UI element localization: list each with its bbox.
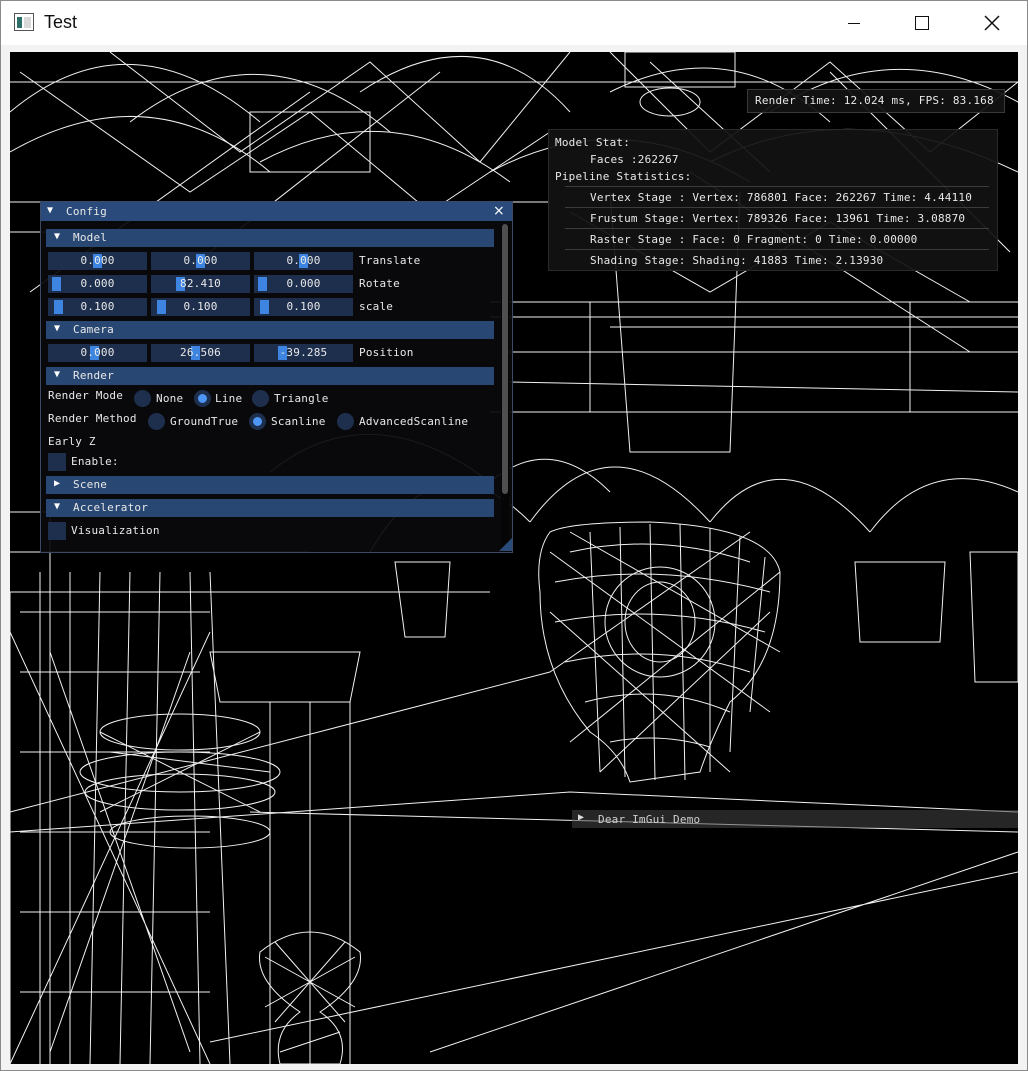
position-z-value: -39.285 (279, 346, 328, 359)
render-method-label: Render Method (48, 412, 137, 425)
scene-header[interactable]: ▶ Scene (46, 476, 494, 494)
accelerator-header-label: Accelerator (73, 501, 149, 514)
config-title: Config (66, 205, 107, 218)
radio-advancedscanline-label[interactable]: AdvancedScanline (359, 415, 468, 428)
render-viewport[interactable]: Render Time: 12.024 ms, FPS: 83.168 Mode… (10, 52, 1018, 1064)
radio-groundtrue-label[interactable]: GroundTrue (170, 415, 238, 428)
position-y-value: 26.506 (180, 346, 221, 359)
frustum-stage-stat: Frustum Stage: Vertex: 789326 Face: 1396… (590, 212, 966, 225)
expand-arrow-icon: ▼ (54, 501, 61, 512)
radio-none[interactable] (134, 390, 151, 407)
radio-scanline-label[interactable]: Scanline (271, 415, 326, 428)
model-header[interactable]: ▼ Model (46, 229, 494, 247)
rotate-z-value: 0.000 (286, 277, 321, 290)
config-scrollbar[interactable] (501, 224, 509, 550)
imgui-demo-window-collapsed[interactable]: ▶ Dear ImGui Demo (572, 810, 1018, 828)
position-y-drag[interactable]: 26.506 (151, 344, 250, 362)
translate-y-value: 0.000 (183, 254, 218, 267)
scale-y-value: 0.100 (183, 300, 218, 313)
demo-window-title: Dear ImGui Demo (598, 813, 701, 826)
app-window-icon (14, 13, 34, 31)
radio-triangle[interactable] (252, 390, 269, 407)
radio-line-label[interactable]: Line (215, 392, 242, 405)
close-button[interactable] (957, 1, 1027, 45)
translate-y-drag[interactable]: 0.000 (151, 252, 250, 270)
rotate-y-drag[interactable]: 82.410 (151, 275, 250, 293)
rotate-z-drag[interactable]: 0.000 (254, 275, 353, 293)
collapsed-arrow-icon: ▶ (54, 478, 61, 489)
translate-x-value: 0.000 (80, 254, 115, 267)
scale-label: scale (359, 300, 394, 313)
translate-label: Translate (359, 254, 421, 267)
collapse-arrow-icon[interactable]: ▼ (47, 205, 53, 216)
position-x-drag[interactable]: 0.000 (48, 344, 147, 362)
position-z-drag[interactable]: -39.285 (254, 344, 353, 362)
scene-header-label: Scene (73, 478, 108, 491)
enable-checkbox[interactable] (48, 453, 66, 471)
accelerator-header[interactable]: ▼ Accelerator (46, 499, 494, 517)
vertex-stage-stat: Vertex Stage : Vertex: 786801 Face: 2622… (590, 191, 973, 204)
scale-y-drag[interactable]: 0.100 (151, 298, 250, 316)
radio-scanline[interactable] (249, 413, 266, 430)
rotate-label: Rotate (359, 277, 400, 290)
divider (565, 249, 989, 250)
stats-overlay: Model Stat: Faces :262267 Pipeline Stati… (548, 129, 998, 271)
pipeline-label: Pipeline Statistics: (555, 170, 692, 183)
model-header-label: Model (73, 231, 108, 244)
collapsed-arrow-icon[interactable]: ▶ (578, 812, 584, 823)
model-stat-label: Model Stat: (555, 136, 631, 149)
translate-z-drag[interactable]: 0.000 (254, 252, 353, 270)
position-label: Position (359, 346, 414, 359)
expand-arrow-icon: ▼ (54, 231, 61, 242)
render-mode-label: Render Mode (48, 389, 124, 402)
scale-z-drag[interactable]: 0.100 (254, 298, 353, 316)
render-time-overlay: Render Time: 12.024 ms, FPS: 83.168 (747, 89, 1005, 113)
scale-z-value: 0.100 (286, 300, 321, 313)
rotate-y-value: 82.410 (180, 277, 221, 290)
position-x-value: 0.000 (80, 346, 115, 359)
scale-x-drag[interactable]: 0.100 (48, 298, 147, 316)
rotate-x-drag[interactable]: 0.000 (48, 275, 147, 293)
resize-grip[interactable] (499, 538, 512, 551)
render-header-label: Render (73, 369, 114, 382)
translate-z-value: 0.000 (286, 254, 321, 267)
close-icon (984, 15, 1000, 31)
early-z-label: Early Z (48, 435, 96, 448)
radio-triangle-label[interactable]: Triangle (274, 392, 329, 405)
config-title-bar[interactable]: ▼ Config × (41, 202, 512, 221)
camera-header-label: Camera (73, 323, 114, 336)
divider (565, 186, 989, 187)
title-bar[interactable]: Test (1, 1, 1027, 45)
translate-x-drag[interactable]: 0.000 (48, 252, 147, 270)
scale-x-value: 0.100 (80, 300, 115, 313)
radio-groundtrue[interactable] (148, 413, 165, 430)
enable-label[interactable]: Enable: (71, 455, 119, 468)
radio-advancedscanline[interactable] (337, 413, 354, 430)
faces-stat: Faces :262267 (590, 153, 679, 166)
expand-arrow-icon: ▼ (54, 369, 61, 380)
shading-stage-stat: Shading Stage: Shading: 41883 Time: 2.13… (590, 254, 884, 267)
divider (565, 228, 989, 229)
radio-none-label[interactable]: None (156, 392, 183, 405)
minimize-button[interactable] (819, 1, 889, 45)
app-window: Test Render Time: 12.024 ms, FPS: 83.168… (0, 0, 1028, 1071)
visualization-checkbox[interactable] (48, 522, 66, 540)
camera-header[interactable]: ▼ Camera (46, 321, 494, 339)
radio-line[interactable] (194, 390, 211, 407)
config-window[interactable]: ▼ Config × ▼ Model 0.000 0.000 0.000 Tra… (40, 201, 513, 553)
minimize-icon (848, 23, 860, 24)
window-title: Test (44, 12, 78, 32)
maximize-icon (915, 16, 929, 30)
render-header[interactable]: ▼ Render (46, 367, 494, 385)
maximize-button[interactable] (887, 1, 957, 45)
expand-arrow-icon: ▼ (54, 323, 61, 334)
render-time-text: Render Time: 12.024 ms, FPS: 83.168 (755, 94, 994, 107)
close-icon[interactable]: × (493, 203, 505, 219)
raster-stage-stat: Raster Stage : Face: 0 Fragment: 0 Time:… (590, 233, 918, 246)
rotate-x-value: 0.000 (80, 277, 115, 290)
scrollbar-thumb[interactable] (502, 224, 508, 494)
visualization-label[interactable]: Visualization (71, 524, 160, 537)
divider (565, 207, 989, 208)
